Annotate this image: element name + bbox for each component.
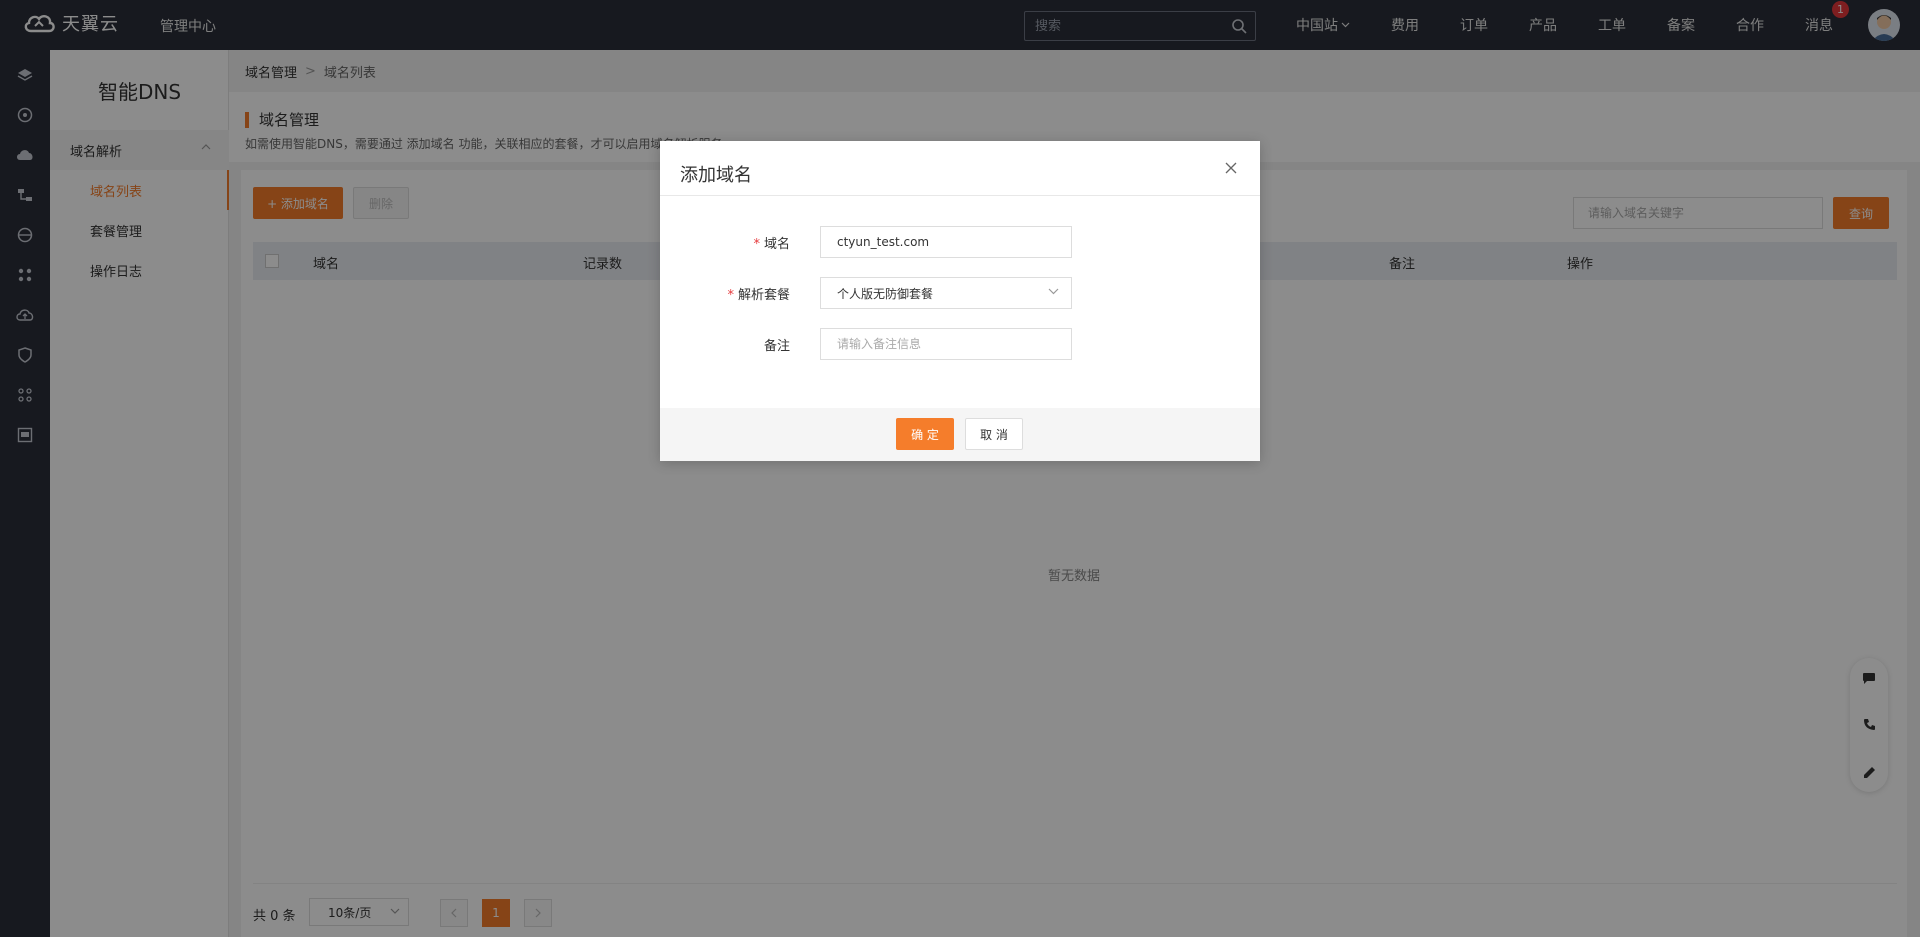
package-field-label: * 解析套餐 [660, 284, 790, 303]
domain-input[interactable] [820, 226, 1072, 258]
remark-input[interactable] [820, 328, 1072, 360]
package-field-label-text: 解析套餐 [737, 288, 790, 303]
dialog-footer: 确 定 取 消 [660, 408, 1260, 461]
cancel-button[interactable]: 取 消 [965, 418, 1023, 450]
dialog-title: 添加域名 [680, 165, 752, 186]
package-select-value: 个人版无防御套餐 [837, 286, 934, 301]
close-icon[interactable] [1224, 161, 1238, 175]
domain-field-label: * 域名 [660, 233, 790, 252]
chevron-down-icon [1048, 288, 1059, 295]
package-select[interactable]: 个人版无防御套餐 [820, 277, 1072, 309]
remark-field-label: 备注 [763, 339, 790, 354]
domain-field-label-text: 域名 [763, 237, 790, 252]
confirm-button[interactable]: 确 定 [896, 418, 954, 450]
dialog-divider [660, 195, 1260, 196]
required-asterisk: * [753, 237, 760, 252]
add-domain-dialog: 添加域名 *域名 *解析套餐 个人版无防御套餐 备注 确 定 取 消 [660, 141, 1260, 461]
required-asterisk: * [727, 288, 734, 303]
